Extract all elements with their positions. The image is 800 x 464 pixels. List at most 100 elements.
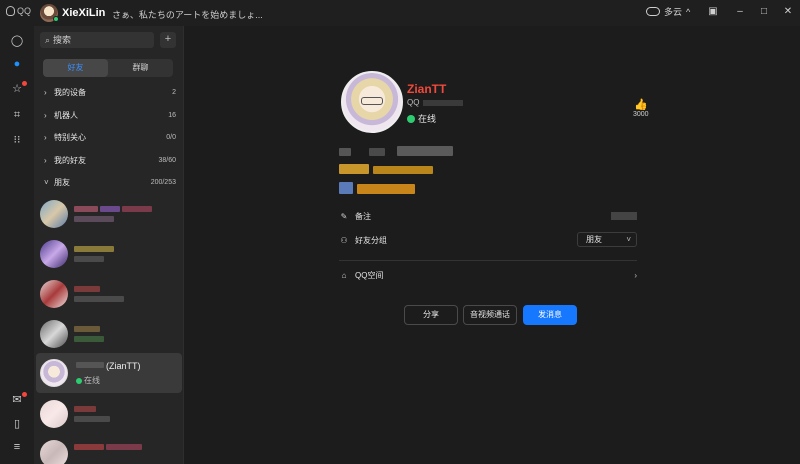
remark-label: 备注 xyxy=(355,211,371,221)
group-robots[interactable]: › 机器人 16 xyxy=(34,105,183,125)
avatar xyxy=(40,200,68,228)
avatar xyxy=(40,240,68,268)
profile-name: ZianTT xyxy=(407,82,447,96)
mail-notification-dot xyxy=(22,392,27,397)
my-signature[interactable]: さぁ、私たちのアートを始めましょ... xyxy=(112,8,263,21)
qq-logo-text: QQ xyxy=(17,6,32,16)
group-friends[interactable]: ˅ 朋友 200/253 xyxy=(34,172,183,192)
penguin-icon xyxy=(6,6,15,16)
glasses-decoration xyxy=(361,97,383,105)
qzone-icon: ⌂ xyxy=(341,270,347,280)
online-status-dot xyxy=(53,16,59,22)
online-dot xyxy=(407,114,415,123)
phone-icon[interactable]: ▯ xyxy=(10,417,24,431)
chevron-right-icon: › xyxy=(634,270,637,280)
list-item[interactable] xyxy=(34,234,183,274)
chevron-right-icon: › xyxy=(44,155,47,165)
search-input[interactable] xyxy=(53,35,144,45)
friend-group-row: ⚇ 好友分组 朋友 ˅ xyxy=(339,230,637,250)
group-count: 0/0 xyxy=(166,133,176,141)
close-button[interactable]: ✕ xyxy=(781,5,795,19)
title-bar: QQ XieXiLin さぁ、私たちのアートを始めましょ... 多云 ^ ▣ –… xyxy=(0,0,800,26)
pin-icon[interactable]: ▣ xyxy=(706,5,720,19)
maximize-button[interactable]: □ xyxy=(757,5,771,19)
send-message-button[interactable]: 发消息 xyxy=(523,305,577,325)
profile-signature-pixelated xyxy=(339,146,469,206)
divider xyxy=(339,260,637,261)
av-call-button[interactable]: 音视频通话 xyxy=(463,305,517,325)
share-button[interactable]: 分享 xyxy=(404,305,458,325)
list-item[interactable] xyxy=(34,394,183,434)
profile-status: 在线 xyxy=(407,112,436,125)
group-my-friends[interactable]: › 我的好友 38/60 xyxy=(34,150,183,170)
profile-qq-number: QQ xyxy=(407,98,464,107)
edit-icon: ✎ xyxy=(340,211,348,221)
add-button[interactable]: + xyxy=(160,32,176,48)
contacts-tabs: 好友 群聊 xyxy=(43,59,173,77)
avatar xyxy=(40,280,68,308)
users-icon: ⚇ xyxy=(340,235,348,245)
friend-group-select[interactable]: 朋友 ˅ xyxy=(577,232,637,247)
menu-icon[interactable]: ≡ xyxy=(10,440,24,454)
chevron-up-icon: ^ xyxy=(686,6,691,17)
group-count: 38/60 xyxy=(158,156,176,164)
apps-icon[interactable]: ⁝⁝ xyxy=(10,133,24,147)
chevron-right-icon: › xyxy=(44,110,47,120)
avatar xyxy=(40,400,68,428)
tab-friends[interactable]: 好友 xyxy=(43,59,108,77)
list-item[interactable] xyxy=(34,314,183,354)
chevron-down-icon: ˅ xyxy=(626,235,631,244)
qq-logo: QQ xyxy=(6,6,31,16)
notification-dot xyxy=(22,81,27,86)
like-count: 3000 xyxy=(633,111,649,118)
group-name: 我的好友 xyxy=(54,155,86,165)
online-dot xyxy=(76,377,82,384)
group-my-devices[interactable]: › 我的设备 2 xyxy=(34,82,183,102)
like-counter[interactable]: 👍 3000 xyxy=(633,98,649,118)
qq-number-hidden xyxy=(423,99,464,106)
friend-name: (ZianTT) xyxy=(106,361,141,371)
contacts-icon[interactable]: ● xyxy=(10,57,24,71)
list-item[interactable] xyxy=(34,274,183,314)
group-name: 我的设备 xyxy=(54,87,86,97)
friend-status-text: 在线 xyxy=(84,376,100,385)
group-count: 2 xyxy=(172,88,176,96)
profile-status-text: 在线 xyxy=(418,114,437,124)
group-count: 200/253 xyxy=(150,178,176,186)
minimize-button[interactable]: – xyxy=(733,5,747,19)
friend-status: 在线 xyxy=(76,375,100,386)
remark-value-hidden xyxy=(611,212,637,220)
chevron-down-icon: ˅ xyxy=(44,177,49,187)
profile-pane: ZianTT QQ 在线 👍 3000 ✎ 备注 ⚇ 好友分组 朋友 ˅ ⌂ Q… xyxy=(184,26,800,464)
chat-icon[interactable]: ◯ xyxy=(10,34,24,48)
tab-groups[interactable]: 群聊 xyxy=(108,59,173,77)
friend-group-value: 朋友 xyxy=(586,235,602,244)
remark-row[interactable]: ✎ 备注 xyxy=(339,206,637,226)
group-name: 机器人 xyxy=(54,110,78,120)
group-count: 16 xyxy=(168,111,176,119)
search-icon: ⌕ xyxy=(45,34,51,45)
avatar xyxy=(40,359,68,387)
list-item-selected[interactable]: (ZianTT) 在线 xyxy=(36,353,182,393)
contacts-panel: ⌕ + 好友 群聊 › 我的设备 2 › 机器人 16 › 特别关心 0/0 ›… xyxy=(34,26,184,464)
qzone-row[interactable]: ⌂ QQ空间 › xyxy=(339,265,637,285)
list-item[interactable] xyxy=(34,194,183,234)
group-name: 朋友 xyxy=(54,177,70,187)
qq-window: QQ XieXiLin さぁ、私たちのアートを始めましょ... 多云 ^ ▣ –… xyxy=(0,0,800,464)
group-name: 特别关心 xyxy=(54,132,86,142)
weather-text: 多云 xyxy=(664,7,683,17)
thumbs-up-icon: 👍 xyxy=(633,99,648,111)
nav-rail: ◯ ● ☆ ⌗ ⁝⁝ ✉ ▯ ≡ xyxy=(0,26,34,464)
search-box[interactable]: ⌕ xyxy=(40,32,154,48)
qq-label: QQ xyxy=(407,98,420,107)
list-item[interactable] xyxy=(34,434,183,464)
weather-widget[interactable]: 多云 ^ xyxy=(646,5,690,18)
games-icon[interactable]: ⌗ xyxy=(10,108,24,122)
avatar xyxy=(40,440,68,464)
chevron-right-icon: › xyxy=(44,87,47,97)
my-username[interactable]: XieXiLin xyxy=(62,7,105,19)
chevron-right-icon: › xyxy=(44,132,47,142)
qzone-label: QQ空间 xyxy=(355,270,384,280)
cloud-icon xyxy=(646,7,660,16)
group-special-care[interactable]: › 特别关心 0/0 xyxy=(34,127,183,147)
